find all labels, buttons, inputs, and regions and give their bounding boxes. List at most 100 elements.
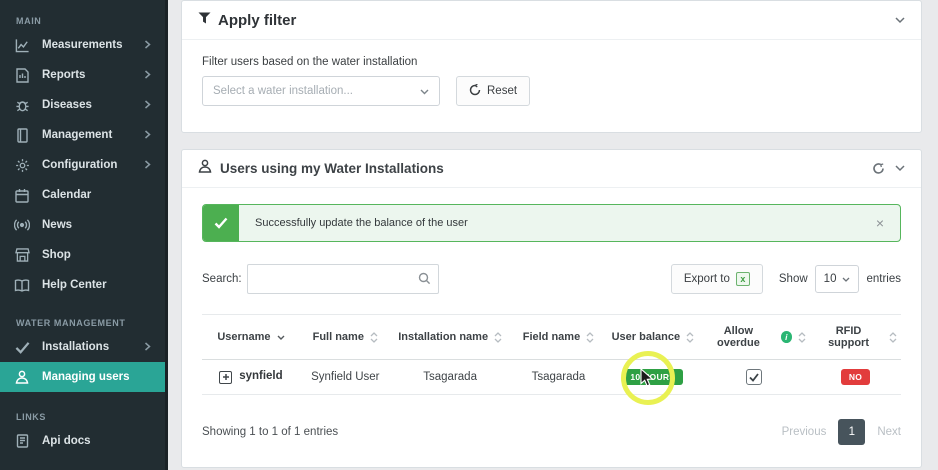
rfid-badge: NO xyxy=(841,369,870,385)
col-installation-name[interactable]: Installation name xyxy=(391,315,510,360)
chevron-down-icon xyxy=(842,277,850,282)
check-icon xyxy=(203,205,239,241)
cell-user-balance: 10 HOURS xyxy=(607,360,698,395)
sidebar-item-help-center[interactable]: Help Center xyxy=(0,270,165,300)
sidebar-item-installations[interactable]: Installations xyxy=(0,332,165,362)
sort-icon xyxy=(686,332,694,343)
sidebar-item-api-docs[interactable]: Api docs xyxy=(0,426,165,456)
showing-entries-text: Showing 1 to 1 of 1 entries xyxy=(202,426,338,438)
search-input[interactable] xyxy=(247,264,439,294)
chevron-right-icon xyxy=(144,126,151,144)
notebook-icon xyxy=(14,127,30,143)
sidebar-item-diseases[interactable]: Diseases xyxy=(0,90,165,120)
allow-overdue-checkbox[interactable] xyxy=(746,369,762,385)
table-toolbar: Search: Export to x Show xyxy=(202,264,901,294)
table-header-row: Username Full name Installation name Fie… xyxy=(202,315,901,360)
sidebar-item-reports[interactable]: Reports xyxy=(0,60,165,90)
sort-desc-icon xyxy=(277,335,285,340)
cell-field-name-link[interactable]: Tsagarada xyxy=(510,360,608,395)
export-label: Export to xyxy=(684,273,730,285)
users-panel-title: Users using my Water Installations xyxy=(220,161,444,176)
entries-label: entries xyxy=(866,273,901,285)
page-1-button[interactable]: 1 xyxy=(838,419,865,445)
search-icon xyxy=(418,272,431,290)
col-field-name[interactable]: Field name xyxy=(510,315,608,360)
help-book-icon xyxy=(14,277,30,293)
chevron-right-icon xyxy=(144,338,151,356)
excel-icon: x xyxy=(736,272,750,286)
user-icon xyxy=(198,159,212,178)
shop-icon xyxy=(14,247,30,263)
refresh-icon[interactable] xyxy=(872,162,885,175)
users-panel-header: Users using my Water Installations xyxy=(182,150,921,188)
chevron-right-icon xyxy=(144,36,151,54)
sidebar-item-configuration[interactable]: Configuration xyxy=(0,150,165,180)
sort-icon xyxy=(798,332,806,343)
check-icon xyxy=(14,339,30,355)
chevron-down-icon xyxy=(420,82,429,100)
collapse-chevron-icon[interactable] xyxy=(895,17,905,24)
sort-icon xyxy=(889,332,897,343)
sidebar: MAIN Measurements Reports Diseases Manag… xyxy=(0,0,168,470)
cell-allow-overdue xyxy=(698,360,810,395)
table-footer: Showing 1 to 1 of 1 entries Previous 1 N… xyxy=(202,419,901,445)
page-size-value: 10 xyxy=(824,273,837,285)
info-icon[interactable]: i xyxy=(781,331,793,343)
pagination: Previous 1 Next xyxy=(782,419,901,445)
sort-icon xyxy=(370,332,378,343)
sidebar-item-shop[interactable]: Shop xyxy=(0,240,165,270)
users-panel-body: Successfully update the balance of the u… xyxy=(182,188,921,467)
sort-icon xyxy=(586,332,594,343)
apply-filter-panel: Apply filter Filter users based on the w… xyxy=(181,0,922,133)
show-label: Show xyxy=(779,273,808,285)
cell-full-name: Synfield User xyxy=(300,360,391,395)
book-icon xyxy=(14,433,30,449)
main-content: Apply filter Filter users based on the w… xyxy=(168,0,938,470)
chevron-right-icon xyxy=(144,66,151,84)
user-icon xyxy=(14,369,30,385)
filter-label: Filter users based on the water installa… xyxy=(202,56,901,68)
col-user-balance[interactable]: User balance xyxy=(607,315,698,360)
calendar-icon xyxy=(14,187,30,203)
bug-icon xyxy=(14,97,30,113)
cell-installation-name: Tsagarada xyxy=(391,360,510,395)
previous-button[interactable]: Previous xyxy=(782,426,827,438)
broadcast-icon xyxy=(14,217,30,233)
collapse-chevron-icon[interactable] xyxy=(895,165,905,172)
reset-label: Reset xyxy=(487,85,517,97)
success-alert: Successfully update the balance of the u… xyxy=(202,204,901,242)
col-username[interactable]: Username xyxy=(202,315,300,360)
reset-icon xyxy=(469,84,481,99)
col-rfid-support[interactable]: RFID support xyxy=(810,315,901,360)
sidebar-item-news[interactable]: News xyxy=(0,210,165,240)
chevron-right-icon xyxy=(144,156,151,174)
export-button[interactable]: Export to x xyxy=(671,264,763,294)
sidebar-item-management[interactable]: Management xyxy=(0,120,165,150)
col-full-name[interactable]: Full name xyxy=(300,315,391,360)
funnel-icon xyxy=(198,11,211,29)
gear-icon xyxy=(14,157,30,173)
search-label: Search: xyxy=(202,273,242,285)
cell-username: synfield xyxy=(202,360,300,395)
sidebar-item-measurements[interactable]: Measurements xyxy=(0,30,165,60)
users-panel: Users using my Water Installations Succe… xyxy=(181,149,922,468)
sidebar-item-managing-users[interactable]: Managing users xyxy=(0,362,165,392)
close-icon[interactable]: × xyxy=(860,205,900,241)
water-installation-select[interactable]: Select a water installation... xyxy=(202,76,440,106)
balance-badge: 10 HOURS xyxy=(622,369,683,385)
expand-row-icon[interactable] xyxy=(219,371,232,384)
apply-filter-title: Apply filter xyxy=(218,12,296,29)
chevron-right-icon xyxy=(144,96,151,114)
report-icon xyxy=(14,67,30,83)
reset-button[interactable]: Reset xyxy=(456,76,530,106)
apply-filter-body: Filter users based on the water installa… xyxy=(182,40,921,132)
users-table: Username Full name Installation name Fie… xyxy=(202,314,901,395)
table-row: synfield Synfield User Tsagarada Tsagara… xyxy=(202,360,901,395)
next-button[interactable]: Next xyxy=(877,426,901,438)
sidebar-item-calendar[interactable]: Calendar xyxy=(0,180,165,210)
sidebar-section-main: MAIN xyxy=(0,6,165,30)
alert-message: Successfully update the balance of the u… xyxy=(239,205,860,241)
sort-icon xyxy=(494,332,502,343)
col-allow-overdue[interactable]: Allow overduei xyxy=(698,315,810,360)
page-size-select[interactable]: 10 xyxy=(815,265,860,293)
